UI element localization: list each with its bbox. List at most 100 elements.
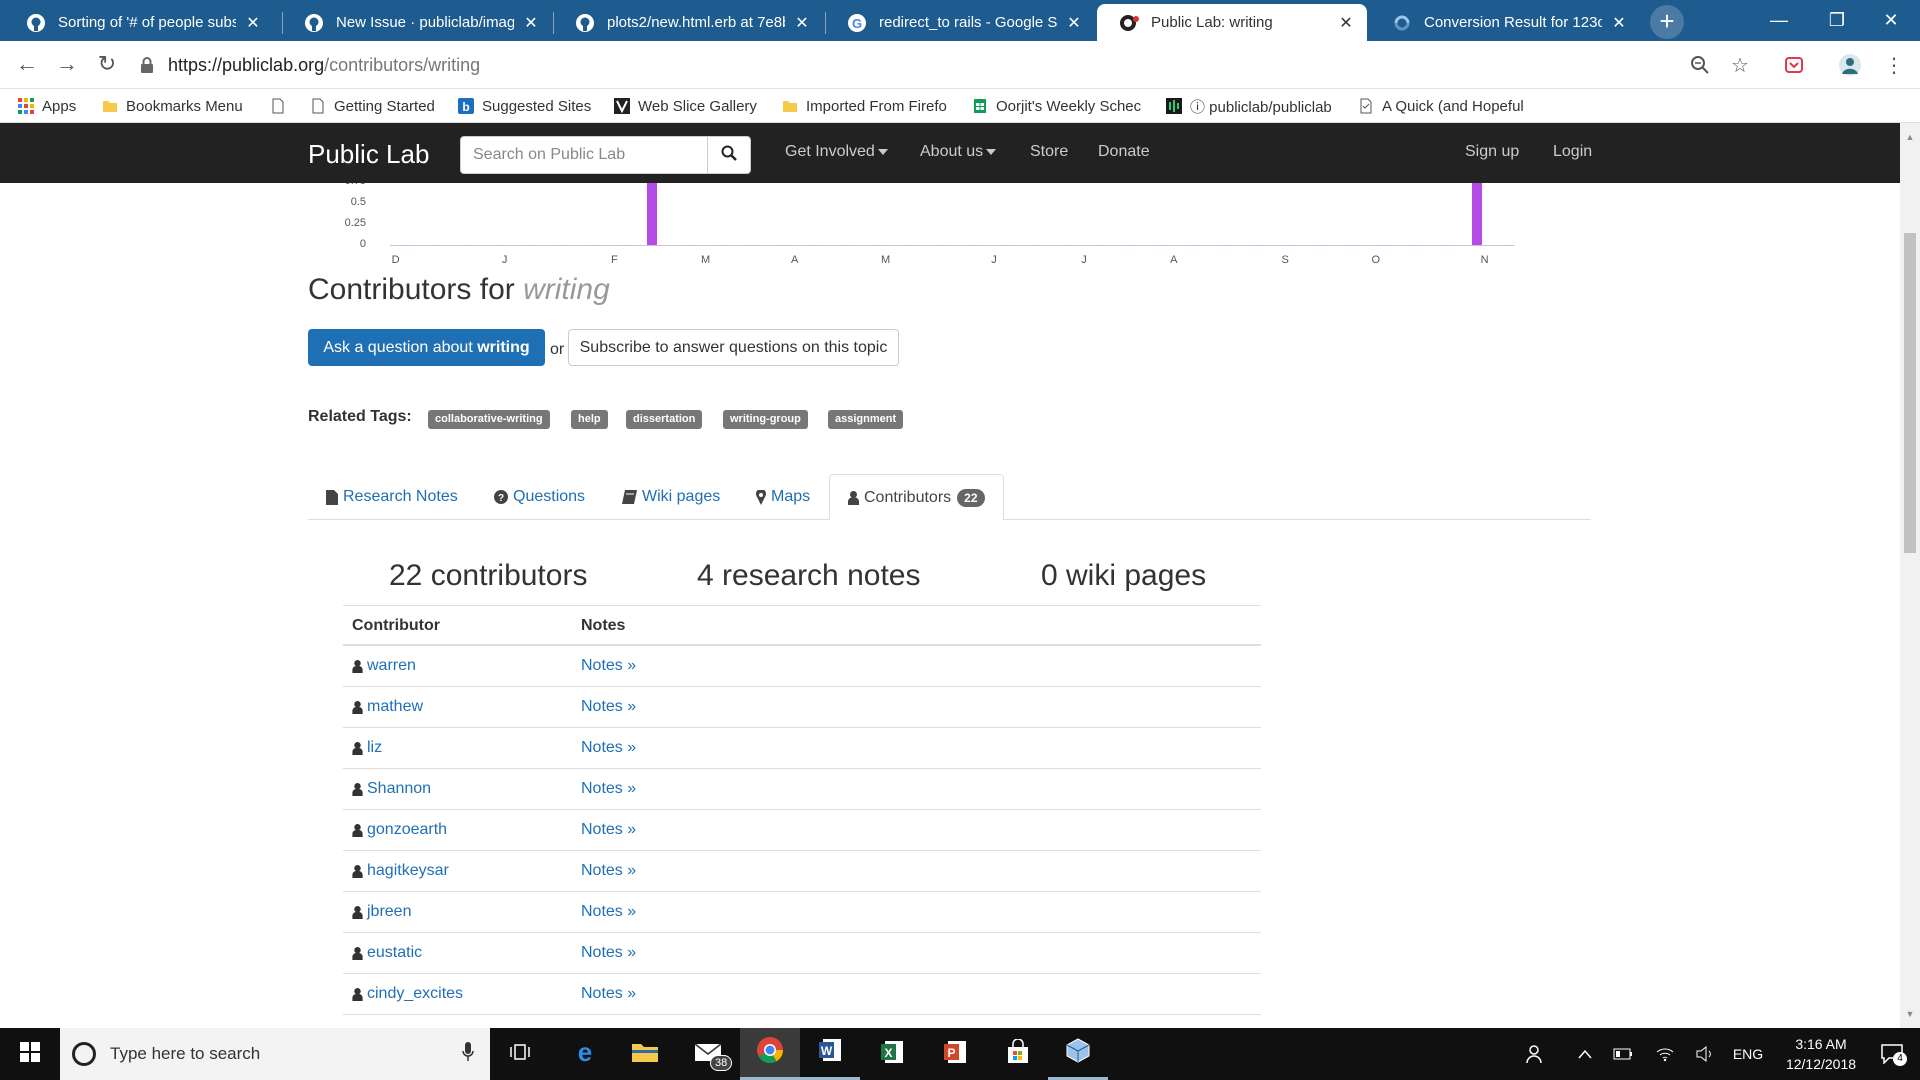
notes-link[interactable]: Notes » — [581, 985, 636, 1003]
site-search-button[interactable] — [707, 136, 751, 174]
nav-login[interactable]: Login — [1553, 143, 1592, 161]
bookmark-suggested-sites[interactable]: b Suggested Sites — [458, 95, 591, 117]
browser-tab[interactable]: G redirect_to rails - Google Sea ✕ — [825, 4, 1095, 41]
contributor-link[interactable]: cindy_excites — [352, 985, 463, 1003]
taskbar-edge[interactable]: e — [555, 1028, 615, 1080]
taskbar-virtualbox[interactable] — [1048, 1028, 1108, 1080]
close-icon[interactable]: ✕ — [244, 13, 262, 33]
chevron-up-icon[interactable] — [1570, 1028, 1600, 1080]
bookmark-weekly-schedule[interactable]: Oorjit's Weekly Schec — [972, 95, 1144, 117]
browser-tab[interactable]: Conversion Result for 123cf2 ✕ — [1370, 4, 1640, 41]
chart-bar[interactable] — [1472, 183, 1483, 245]
volume-icon[interactable] — [1690, 1028, 1720, 1080]
taskbar-file-explorer[interactable] — [615, 1028, 675, 1080]
notification-center-button[interactable]: 4 — [1870, 1028, 1914, 1080]
taskbar-mail[interactable]: 38 — [678, 1028, 738, 1080]
close-icon[interactable]: ✕ — [1337, 13, 1355, 33]
microphone-icon[interactable] — [462, 1041, 474, 1067]
related-tag[interactable]: collaborative-writing — [428, 410, 550, 429]
close-icon[interactable]: ✕ — [1065, 13, 1083, 33]
taskbar-word[interactable]: W — [800, 1028, 860, 1080]
related-tag[interactable]: help — [571, 410, 608, 429]
notes-link[interactable]: Notes » — [581, 739, 636, 757]
taskbar-excel[interactable]: X — [862, 1028, 922, 1080]
people-icon[interactable] — [1520, 1028, 1552, 1080]
bookmark-imported-from-firefox[interactable]: Imported From Firefo — [782, 95, 952, 117]
close-window-button[interactable]: ✕ — [1862, 0, 1920, 41]
battery-icon[interactable] — [1608, 1028, 1638, 1080]
browser-tab[interactable]: New Issue · publiclab/image ✕ — [282, 4, 552, 41]
new-tab-button[interactable]: + — [1650, 5, 1684, 39]
browser-tab[interactable]: plots2/new.html.erb at 7e8b ✕ — [553, 4, 823, 41]
clock[interactable]: 3:16 AM 12/12/2018 — [1776, 1028, 1866, 1080]
contributor-link[interactable]: warren — [352, 657, 416, 675]
language-indicator[interactable]: ENG — [1728, 1028, 1768, 1080]
nav-get-involved[interactable]: Get Involved — [785, 143, 888, 161]
contributor-link[interactable]: Shannon — [352, 780, 431, 798]
chart-bar[interactable] — [647, 183, 658, 245]
minimize-button[interactable]: — — [1750, 0, 1808, 41]
bookmark-web-slice-gallery[interactable]: Web Slice Gallery — [614, 95, 757, 117]
taskbar-search-input[interactable]: Type here to search — [60, 1028, 490, 1080]
pocket-icon[interactable] — [1782, 53, 1806, 77]
star-icon[interactable]: ☆ — [1728, 53, 1752, 77]
taskbar-powerpoint[interactable]: P — [925, 1028, 985, 1080]
notes-link[interactable]: Notes » — [581, 944, 636, 962]
scroll-thumb[interactable] — [1904, 233, 1916, 553]
nav-about-us[interactable]: About us — [920, 143, 997, 161]
forward-button[interactable]: → — [54, 52, 80, 78]
tab-questions[interactable]: ? Questions — [494, 474, 585, 520]
menu-icon[interactable]: ⋮ — [1882, 53, 1906, 77]
notes-link[interactable]: Notes » — [581, 780, 636, 798]
tab-contributors[interactable]: Contributors 22 — [829, 474, 1004, 521]
notes-link[interactable]: Notes » — [581, 821, 636, 839]
scroll-down-arrow[interactable]: ▼ — [1900, 1006, 1920, 1022]
contributor-link[interactable]: hagitkeysar — [352, 862, 449, 880]
zoom-icon[interactable] — [1688, 53, 1712, 77]
related-tag[interactable]: assignment — [828, 410, 904, 429]
task-view-button[interactable] — [490, 1028, 550, 1080]
nav-sign-up[interactable]: Sign up — [1465, 143, 1519, 161]
profile-avatar-icon[interactable] — [1838, 53, 1862, 77]
site-brand[interactable]: Public Lab — [308, 139, 429, 170]
notes-link[interactable]: Notes » — [581, 862, 636, 880]
notes-link[interactable]: Notes » — [581, 903, 636, 921]
related-tag[interactable]: dissertation — [626, 410, 703, 429]
close-icon[interactable]: ✕ — [793, 13, 811, 33]
bookmark-apps[interactable]: Apps — [18, 95, 76, 117]
contributor-link[interactable]: jbreen — [352, 903, 411, 921]
reload-button[interactable]: ↻ — [94, 52, 120, 78]
taskbar-store[interactable] — [988, 1028, 1048, 1080]
browser-tab[interactable]: Sorting of '# of people subsc ✕ — [4, 4, 274, 41]
close-icon[interactable]: ✕ — [1610, 13, 1628, 33]
nav-donate[interactable]: Donate — [1098, 143, 1150, 161]
related-tag[interactable]: writing-group — [723, 410, 808, 429]
contributor-link[interactable]: eustatic — [352, 944, 422, 962]
contributor-link[interactable]: gonzoearth — [352, 821, 447, 839]
restore-button[interactable]: ❐ — [1808, 0, 1866, 41]
bookmark-quick-guide[interactable]: A Quick (and Hopeful — [1358, 95, 1538, 117]
ask-question-button[interactable]: Ask a question about writing — [308, 329, 545, 366]
bookmark-bookmarks-menu[interactable]: Bookmarks Menu — [102, 95, 243, 117]
nav-store[interactable]: Store — [1030, 143, 1068, 161]
site-search-input[interactable]: Search on Public Lab — [460, 136, 708, 174]
tab-research-notes[interactable]: Research Notes — [326, 474, 458, 520]
bookmark-page[interactable] — [270, 95, 294, 117]
tab-wiki-pages[interactable]: Wiki pages — [622, 474, 720, 520]
tab-maps[interactable]: Maps — [756, 474, 810, 520]
subscribe-button[interactable]: Subscribe to answer questions on this to… — [568, 329, 899, 366]
close-icon[interactable]: ✕ — [522, 13, 540, 33]
scroll-up-arrow[interactable]: ▲ — [1900, 129, 1920, 145]
browser-tab-active[interactable]: Public Lab: writing ✕ — [1097, 4, 1367, 41]
back-button[interactable]: ← — [14, 52, 40, 78]
bookmark-publiclab-repo[interactable]: ⓘ publiclab/publiclab — [1166, 95, 1336, 117]
contributor-link[interactable]: liz — [352, 739, 382, 757]
start-button[interactable] — [0, 1028, 60, 1080]
bookmark-getting-started[interactable]: Getting Started — [310, 95, 435, 117]
contributor-link[interactable]: mathew — [352, 698, 423, 716]
wifi-icon[interactable] — [1650, 1028, 1680, 1080]
notes-link[interactable]: Notes » — [581, 657, 636, 675]
taskbar-chrome[interactable] — [740, 1028, 800, 1080]
page-scrollbar[interactable]: ▲ ▼ — [1900, 123, 1920, 1028]
address-bar[interactable]: https://publiclab.org/contributors/writi… — [140, 47, 1700, 83]
